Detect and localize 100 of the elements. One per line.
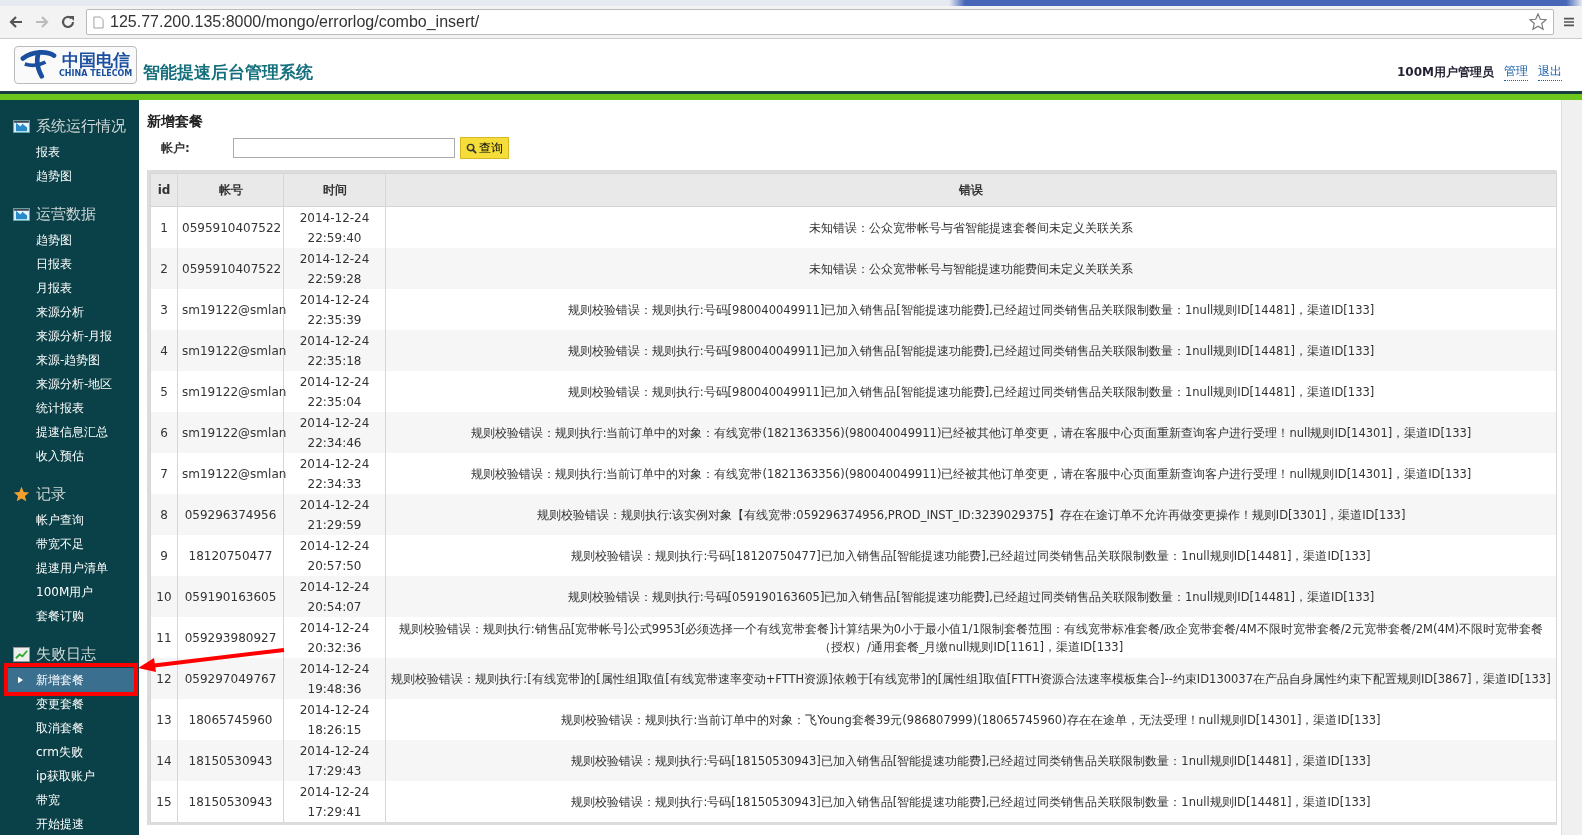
triangle-icon xyxy=(18,676,23,684)
sidebar-section-title: 失败日志 xyxy=(36,644,96,664)
table-cell-text: 2014-12-24 19:48:36 xyxy=(298,660,371,698)
table-cell-text: 2014-12-24 21:29:59 xyxy=(298,496,371,534)
sidebar-item[interactable]: 套餐订购 xyxy=(5,604,134,628)
table-cell: 18150530943 xyxy=(177,740,284,781)
table-cell-text: 2014-12-24 22:35:39 xyxy=(298,291,371,329)
table-cell: 059297049767 xyxy=(177,658,284,699)
header-link[interactable]: 管理 xyxy=(1504,63,1528,81)
table-cell: 规则校验错误：规则执行:号码[980040049911]已加入销售品[智能提速功能费],已经超过同类销售品关联限制数量：1null规则ID[14481]，渠道ID[133] xyxy=(567,343,1375,358)
table-cell: 0595910407522 xyxy=(177,248,284,289)
address-bar[interactable]: 125.77.200.135:8000/mongo/errorlog/combo_insert/ xyxy=(86,9,1554,35)
table-cell-text: 2014-12-24 22:59:28 xyxy=(298,250,371,288)
scrollbar[interactable] xyxy=(1561,100,1582,835)
table-cell: 未知错误：公众宽带帐号与省智能提速套餐间未定义关联关系 xyxy=(809,220,1133,235)
sidebar-item[interactable]: 提速用户清单 xyxy=(5,556,134,580)
table-cell-text: 2014-12-24 20:32:36 xyxy=(298,619,371,657)
table-cell: 规则校验错误：规则执行:号码[18150530943]已加入销售品[智能提速功能费],已经超过同类销售品关联限制数量：1null规则ID[14481]，渠道ID[133] xyxy=(571,794,1371,809)
app-title: 智能提速后台管理系统 xyxy=(143,60,314,84)
table-cell: 未知错误：公众宽带帐号与智能提速功能费间未定义关联关系 xyxy=(809,261,1133,276)
query-button[interactable]: 查询 xyxy=(460,137,509,159)
user-role: 100M用户管理员 xyxy=(1397,63,1494,81)
table-cell: 规则校验错误：规则执行:当前订单中的对象：有线宽带(1821363356)(980040049911)已经被其他订单变更，请在客服中心页面重新查询客户进行受理！null规则ID[14301]，渠道ID[133] xyxy=(470,466,1472,481)
sidebar-section-title: 记录 xyxy=(36,484,66,504)
chart-icon xyxy=(13,646,30,662)
table-cell: 规则校验错误：规则执行:该实例对象【有线宽带:059296374956,PROD_INST_ID:3239029375】存在在途订单不允许再做变更操作！规则ID[3301]，渠道ID[133] xyxy=(536,507,1406,522)
table-cell: 6 xyxy=(150,412,178,453)
table-cell: 规则校验错误：规则执行:号码[18150530943]已加入销售品[智能提速功能费],已经超过同类销售品关联限制数量：1null规则ID[14481]，渠道ID[133] xyxy=(571,753,1371,768)
sidebar-item[interactable]: 帐户查询 xyxy=(5,508,134,532)
sidebar-item[interactable]: 来源分析 xyxy=(5,300,134,324)
table-cell: 规则校验错误：规则执行:销售品[宽带帐号]公式9953[必须选择一个有线宽带套餐]计算结果为0小于最小值1/1限制套餐范围：有线宽带标准套餐/政企宽带套餐/4M不限时宽带套餐/2元宽带套餐/2M(4M)不限时宽带套餐（授权）/通用套餐_月缴null规则ID[1161]，渠道ID[133] xyxy=(398,621,1544,654)
table-cell: 规则校验错误：规则执行:[有线宽带]的[属性组]取值[有线宽带速率变动+FTTH资源]依赖于[有线宽带]的[属性组]取值[FTTH资源合法速率模板集合]--约束ID130037在产品自身属性约束下配置规则ID[3867]，渠道ID[133] xyxy=(391,671,1551,686)
table-cell: 15 xyxy=(150,781,178,822)
table-cell: 规则校验错误：规则执行:当前订单中的对象：飞Young套餐39元(986807999)(18065745960)存在在途单，无法受理！null规则ID[14301]，渠道ID[133] xyxy=(561,712,1381,727)
star-icon xyxy=(13,485,30,503)
table-cell: sm19122@smlan xyxy=(177,330,284,371)
sidebar-item[interactable]: 统计报表 xyxy=(5,396,134,420)
table-cell: 4 xyxy=(150,330,178,371)
sidebar-section-title: 运营数据 xyxy=(36,204,96,224)
sidebar-item[interactable]: 100M用户 xyxy=(5,580,134,604)
column-header: id xyxy=(150,173,178,207)
sidebar-item[interactable]: ip获取账户 xyxy=(5,764,134,788)
sidebar-item[interactable]: 变更套餐 xyxy=(5,692,134,716)
sidebar-item[interactable]: 趋势图 xyxy=(5,228,134,252)
film-screen-icon xyxy=(13,119,30,133)
column-header: 帐号 xyxy=(177,173,284,207)
table-cell: 10 xyxy=(150,576,178,617)
table-cell: 规则校验错误：规则执行:号码[18120750477]已加入销售品[智能提速功能费],已经超过同类销售品关联限制数量：1null规则ID[14481]，渠道ID[133] xyxy=(571,548,1371,563)
table-cell: sm19122@smlan xyxy=(177,412,284,453)
table-cell-text: 2014-12-24 17:29:41 xyxy=(298,783,371,821)
column-header: 时间 xyxy=(283,173,386,207)
sidebar-item[interactable]: 提速信息汇总 xyxy=(5,420,134,444)
sidebar-item[interactable]: 带宽不足 xyxy=(5,532,134,556)
search-icon xyxy=(466,142,477,154)
sidebar-item[interactable]: 取消套餐 xyxy=(5,716,134,740)
table-cell-text: 2014-12-24 18:26:15 xyxy=(298,701,371,739)
table-cell: 18150530943 xyxy=(177,781,284,822)
table-cell: 规则校验错误：规则执行:号码[059190163605]已加入销售品[智能提速功能费],已经超过同类销售品关联限制数量：1null规则ID[14481]，渠道ID[133] xyxy=(567,589,1375,604)
table-cell: 8 xyxy=(150,494,178,535)
table-cell-text: 2014-12-24 22:35:04 xyxy=(298,373,371,411)
page-icon xyxy=(93,15,104,29)
table-cell: 059296374956 xyxy=(177,494,284,535)
sidebar-item[interactable]: 趋势图 xyxy=(5,164,134,188)
table-cell: 14 xyxy=(150,740,178,781)
account-label: 帐户: xyxy=(160,139,191,157)
sidebar-item[interactable]: crm失败 xyxy=(5,740,134,764)
header-link[interactable]: 退出 xyxy=(1538,63,1562,81)
sidebar-item[interactable]: 来源-趋势图 xyxy=(5,348,134,372)
telecom-swirl-icon xyxy=(19,49,57,81)
table-cell: 规则校验错误：规则执行:号码[980040049911]已加入销售品[智能提速功能费],已经超过同类销售品关联限制数量：1null规则ID[14481]，渠道ID[133] xyxy=(567,384,1375,399)
back-icon[interactable] xyxy=(8,14,24,30)
sidebar-item[interactable]: 报表 xyxy=(5,140,134,164)
logo-english-text: CHINA TELECOM xyxy=(59,69,133,79)
page-title: 新增套餐 xyxy=(147,112,204,131)
sidebar-item[interactable]: 带宽 xyxy=(5,788,134,812)
logo-chinese-text: 中国电信 xyxy=(61,51,130,69)
reload-icon[interactable] xyxy=(60,14,76,30)
sidebar-item[interactable]: 月报表 xyxy=(5,276,134,300)
menu-icon[interactable] xyxy=(1564,16,1574,28)
table-cell-text: 2014-12-24 20:57:50 xyxy=(298,537,371,575)
table-cell: 规则校验错误：规则执行:号码[980040049911]已加入销售品[智能提速功能费],已经超过同类销售品关联限制数量：1null规则ID[14481]，渠道ID[133] xyxy=(567,302,1375,317)
sidebar-item[interactable]: 日报表 xyxy=(5,252,134,276)
table-cell-text: 2014-12-24 17:29:43 xyxy=(298,742,371,780)
bookmark-star-icon[interactable] xyxy=(1529,13,1547,31)
table-cell: 2 xyxy=(150,248,178,289)
table-cell-text: 2014-12-24 22:34:46 xyxy=(298,414,371,452)
sidebar-item[interactable]: 开始提速 xyxy=(5,812,134,835)
account-field[interactable] xyxy=(233,138,455,158)
sidebar-section-title: 系统运行情况 xyxy=(36,116,126,136)
sidebar-item[interactable]: 收入预估 xyxy=(5,444,134,468)
table-cell: 规则校验错误：规则执行:当前订单中的对象：有线宽带(1821363356)(980040049911)已经被其他订单变更，请在客服中心页面重新查询客户进行受理！null规则ID[14301]，渠道ID[133] xyxy=(470,425,1472,440)
sidebar-item[interactable]: 来源分析-月报 xyxy=(5,324,134,348)
film-screen-icon xyxy=(13,207,30,221)
table-cell-text: 2014-12-24 20:54:07 xyxy=(298,578,371,616)
column-header: 错误 xyxy=(385,173,1557,207)
table-cell-text: 2014-12-24 22:34:33 xyxy=(298,455,371,493)
sidebar-item[interactable]: 来源分析-地区 xyxy=(5,372,134,396)
table-cell: 059190163605 xyxy=(177,576,284,617)
table-cell-text: 2014-12-24 22:59:40 xyxy=(298,209,371,247)
sidebar-item[interactable]: 新增套餐 xyxy=(5,668,134,692)
